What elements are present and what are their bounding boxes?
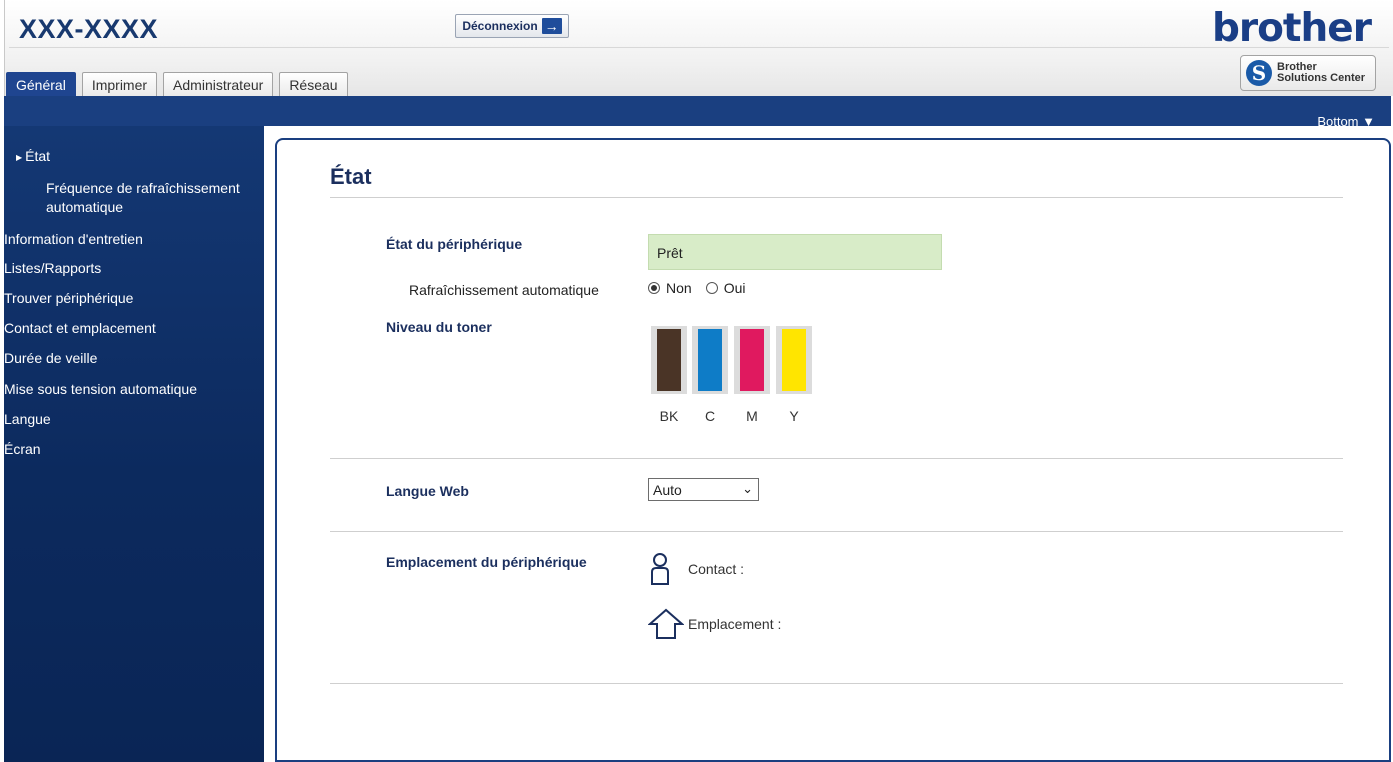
triangle-right-icon: ▶: [16, 153, 23, 162]
solutions-center-label: Brother Solutions Center: [1277, 62, 1365, 84]
toner-bar-m: [734, 326, 770, 394]
logout-button[interactable]: Déconnexion →: [455, 14, 569, 38]
nav-bar: [4, 96, 1391, 126]
model-name: XXX-XXXX: [19, 14, 159, 44]
toner-fill-y: [782, 329, 806, 391]
toner-label-m: M: [746, 408, 758, 424]
sidebar-item-maintenance[interactable]: Information d'entretien: [4, 231, 143, 247]
sidebar-item-contact-location[interactable]: Contact et emplacement: [4, 320, 156, 336]
contact-label: Contact :: [688, 561, 745, 577]
auto-refresh-on-label: Oui: [723, 280, 746, 296]
radio-unchecked-icon: [705, 282, 718, 294]
auto-refresh-label: Rafraîchissement automatique: [409, 282, 599, 298]
toner-bar-bk: [651, 326, 687, 394]
tab-general[interactable]: Général: [6, 72, 76, 97]
toner-label-y: Y: [789, 408, 799, 424]
solutions-center-button[interactable]: S Brother Solutions Center: [1240, 55, 1376, 91]
toner-label-bk: BK: [659, 408, 679, 424]
sidebar: ▶ État Fréquence de rafraîchissement auto…: [4, 126, 264, 762]
auto-refresh-off-label: Non: [666, 280, 692, 296]
tab-network[interactable]: Réseau: [279, 72, 348, 97]
content-panel: [275, 138, 1391, 762]
auto-refresh-on-radio[interactable]: Oui: [705, 280, 746, 296]
header-divider: [9, 47, 1389, 48]
section-divider: [330, 683, 1343, 684]
location-value-label: Emplacement :: [688, 616, 782, 632]
toner-label-c: C: [704, 408, 716, 424]
page-title: État: [330, 164, 372, 189]
toner-fill-m: [740, 329, 764, 391]
auto-refresh-radio-group: Non Oui: [648, 280, 745, 296]
house-icon: [648, 608, 684, 639]
section-divider: [330, 531, 1343, 532]
device-status-value: Prêt: [648, 234, 942, 270]
logout-label: Déconnexion: [462, 19, 538, 33]
app-window: XXX-XXXX Déconnexion → brother Général I…: [0, 0, 1393, 762]
brother-logo: brother: [1211, 6, 1372, 51]
arrow-right-icon: →: [541, 18, 562, 34]
sidebar-item-status-label: État: [25, 148, 51, 164]
sidebar-item-status[interactable]: ▶ État: [16, 148, 50, 164]
web-language-select[interactable]: Auto ⌄: [648, 478, 759, 501]
auto-refresh-off-radio[interactable]: Non: [648, 280, 692, 296]
toner-bar-y: [776, 326, 812, 394]
title-divider: [330, 197, 1343, 198]
toner-bar-c: [692, 326, 728, 394]
toner-fill-c: [698, 329, 722, 391]
device-location-label: Emplacement du périphérique: [386, 554, 587, 570]
device-status-label: État du périphérique: [386, 236, 523, 252]
sidebar-item-refresh-frequency-cont[interactable]: automatique: [46, 199, 123, 215]
section-divider: [330, 458, 1343, 459]
sidebar-item-reports[interactable]: Listes/Rapports: [4, 260, 101, 276]
sidebar-item-language[interactable]: Langue: [4, 411, 51, 427]
toner-fill-bk: [657, 329, 681, 391]
solutions-center-icon: S: [1246, 60, 1272, 86]
tab-administrator[interactable]: Administrateur: [163, 72, 274, 97]
sidebar-item-display[interactable]: Écran: [4, 441, 41, 457]
sidebar-item-sleep-time[interactable]: Durée de veille: [4, 350, 97, 366]
sidebar-item-refresh-frequency[interactable]: Fréquence de rafraîchissement: [46, 180, 240, 196]
contact-row: Contact :: [648, 552, 744, 586]
sidebar-item-auto-power-on[interactable]: Mise sous tension automatique: [4, 381, 197, 397]
web-language-label: Langue Web: [386, 483, 469, 499]
sidebar-item-find-device[interactable]: Trouver périphérique: [4, 290, 133, 306]
person-icon: [651, 553, 669, 585]
chevron-down-icon: ⌄: [742, 481, 753, 496]
radio-checked-icon: [648, 282, 660, 294]
location-row: Emplacement :: [648, 607, 781, 641]
panel-gap: [264, 126, 274, 762]
toner-level-label: Niveau du toner: [386, 319, 492, 335]
web-language-value: Auto: [653, 481, 682, 498]
bottom-link[interactable]: Bottom ▼: [1317, 114, 1375, 129]
tab-print[interactable]: Imprimer: [81, 72, 158, 97]
main-tabs: Général Imprimer Administrateur Réseau: [6, 72, 348, 97]
solutions-center-line2: Solutions Center: [1277, 72, 1366, 84]
